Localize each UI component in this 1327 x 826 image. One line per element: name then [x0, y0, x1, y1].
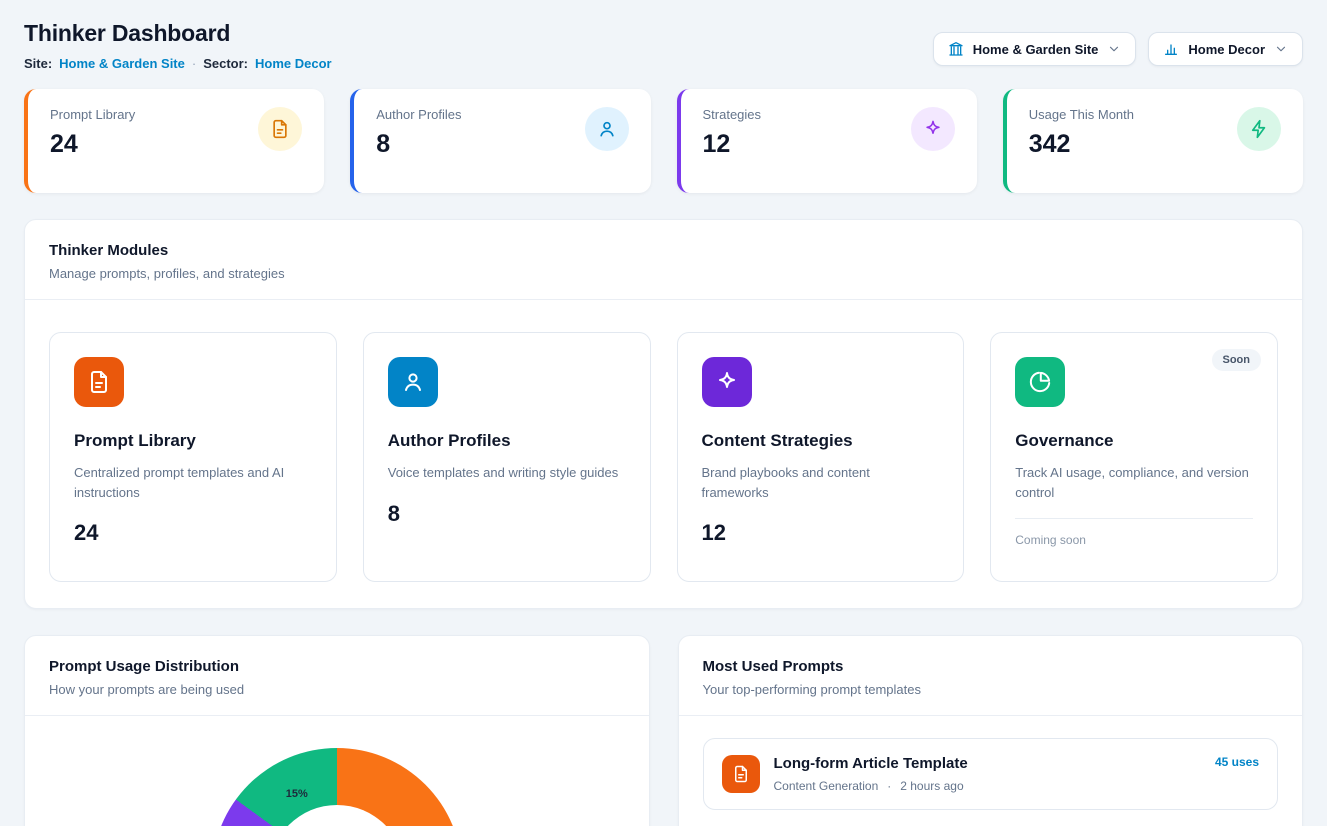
usage-donut-chart: 15%: [212, 748, 462, 826]
usage-card-title: Prompt Usage Distribution: [49, 658, 625, 675]
module-title: Governance: [1015, 431, 1113, 451]
thinker-dashboard-page: Thinker Dashboard Site: Home & Garden Si…: [0, 0, 1327, 826]
separator-dot: ·: [192, 56, 196, 71]
prompts-card-title: Most Used Prompts: [703, 658, 1279, 675]
breadcrumb: Site: Home & Garden Site · Sector: Home …: [24, 56, 332, 71]
module-count: 8: [388, 501, 400, 527]
site-selector-dropdown[interactable]: Home & Garden Site: [933, 32, 1137, 66]
bottom-row: Prompt Usage Distribution How your promp…: [24, 635, 1303, 826]
sector-link[interactable]: Home Decor: [255, 56, 332, 71]
document-icon: [270, 119, 290, 139]
prompt-list-item[interactable]: Long-form Article Template Content Gener…: [703, 738, 1279, 810]
site-label: Site:: [24, 56, 52, 71]
stats-row: Prompt Library 24 Author Profiles 8: [24, 89, 1303, 193]
stat-value: 12: [703, 130, 762, 159]
sector-selector-dropdown[interactable]: Home Decor: [1148, 32, 1303, 66]
page-title: Thinker Dashboard: [24, 20, 332, 47]
stat-card-usage: Usage This Month 342: [1003, 89, 1303, 193]
stat-label: Usage This Month: [1029, 107, 1134, 122]
prompt-item-time: 2 hours ago: [900, 779, 963, 793]
chevron-down-icon: [1274, 42, 1288, 56]
module-count: 12: [702, 520, 726, 546]
lightning-icon: [1249, 119, 1269, 139]
prompt-item-uses-badge: 45 uses: [1215, 755, 1259, 769]
stat-value: 342: [1029, 130, 1134, 159]
site-link[interactable]: Home & Garden Site: [59, 56, 185, 71]
user-icon: [597, 119, 617, 139]
module-card-author-profiles[interactable]: Author Profiles Voice templates and writ…: [363, 332, 651, 582]
prompt-item-title: Long-form Article Template: [774, 755, 968, 772]
module-description: Brand playbooks and content frameworks: [702, 463, 940, 502]
building-icon: [948, 41, 964, 57]
header: Thinker Dashboard Site: Home & Garden Si…: [24, 20, 1303, 71]
usage-card-subtitle: How your prompts are being used: [49, 682, 625, 697]
module-card-prompt-library[interactable]: Prompt Library Centralized prompt templa…: [49, 332, 337, 582]
chevron-down-icon: [1107, 42, 1121, 56]
stat-card-strategies: Strategies 12: [677, 89, 977, 193]
sparkle-icon: [923, 119, 943, 139]
header-left: Thinker Dashboard Site: Home & Garden Si…: [24, 20, 332, 71]
document-icon: [87, 370, 111, 394]
usage-chart-area: 15%: [25, 716, 649, 826]
module-title: Author Profiles: [388, 431, 511, 451]
bar-chart-icon: [1163, 41, 1179, 57]
soon-badge: Soon: [1212, 349, 1262, 371]
module-card-content-strategies[interactable]: Content Strategies Brand playbooks and c…: [677, 332, 965, 582]
sector-label: Sector:: [203, 56, 248, 71]
sparkle-icon: [715, 370, 739, 394]
modules-section-title: Thinker Modules: [49, 242, 1278, 259]
module-description: Voice templates and writing style guides: [388, 463, 619, 483]
header-actions: Home & Garden Site Home Decor: [933, 20, 1303, 66]
stat-value: 24: [50, 130, 135, 159]
document-icon: [732, 765, 750, 783]
stat-label: Strategies: [703, 107, 762, 122]
most-used-prompts-card: Most Used Prompts Your top-performing pr…: [678, 635, 1304, 826]
modules-section-subtitle: Manage prompts, profiles, and strategies: [49, 266, 1278, 281]
prompt-item-category: Content Generation: [774, 779, 879, 793]
sector-selector-label: Home Decor: [1188, 42, 1265, 57]
module-description: Track AI usage, compliance, and version …: [1015, 463, 1253, 502]
stat-card-prompt-library: Prompt Library 24: [24, 89, 324, 193]
prompt-usage-card: Prompt Usage Distribution How your promp…: [24, 635, 650, 826]
module-title: Prompt Library: [74, 431, 196, 451]
module-count: 24: [74, 520, 98, 546]
stat-label: Prompt Library: [50, 107, 135, 122]
separator-dot: ·: [887, 779, 891, 793]
stat-card-author-profiles: Author Profiles 8: [350, 89, 650, 193]
pie-chart-icon: [1028, 370, 1052, 394]
donut-hole: [269, 805, 405, 826]
site-selector-label: Home & Garden Site: [973, 42, 1099, 57]
stat-value: 8: [376, 130, 461, 159]
stat-label: Author Profiles: [376, 107, 461, 122]
user-icon: [401, 370, 425, 394]
modules-grid: Prompt Library Centralized prompt templa…: [25, 300, 1302, 608]
thinker-modules-section: Thinker Modules Manage prompts, profiles…: [24, 219, 1303, 609]
coming-soon-text: Coming soon: [1015, 518, 1253, 547]
module-title: Content Strategies: [702, 431, 853, 451]
module-card-governance[interactable]: Soon Governance Track AI usage, complian…: [990, 332, 1278, 582]
prompts-card-subtitle: Your top-performing prompt templates: [703, 682, 1279, 697]
module-description: Centralized prompt templates and AI inst…: [74, 463, 312, 502]
donut-segment-label: 15%: [286, 788, 308, 800]
